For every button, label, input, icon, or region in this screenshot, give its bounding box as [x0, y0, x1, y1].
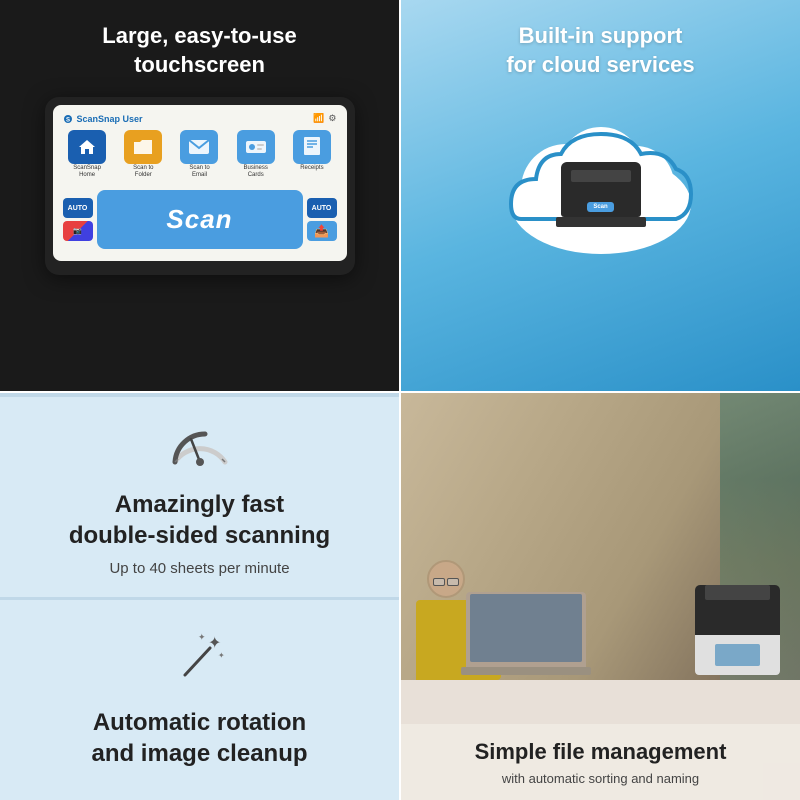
scan-area: AUTO 📷 Scan AUTO 📤 [59, 186, 341, 253]
glasses [433, 578, 459, 586]
cloud-container: Scan [491, 99, 711, 259]
cards-svg-icon [245, 139, 267, 155]
laptop [466, 592, 586, 675]
app-home-label: ScanSnapHome [73, 165, 101, 178]
scan-side-left: AUTO 📷 [63, 198, 93, 241]
app-home[interactable]: ScanSnapHome [61, 130, 114, 178]
svg-text:✦: ✦ [208, 635, 221, 652]
scan-button[interactable]: Scan [97, 190, 303, 249]
main-grid: Large, easy-to-use touchscreen S ScanSna… [0, 0, 800, 800]
screen-header: S ScanSnap User 📶 ⚙ [59, 111, 341, 128]
scanner-btn-mini: Scan [587, 202, 613, 212]
screen-apps: ScanSnapHome Scan toFolder [59, 128, 341, 180]
laptop-screen [470, 594, 582, 662]
person-head [427, 560, 465, 598]
svg-text:✦: ✦ [198, 632, 206, 642]
scanner-btn-label: Scan [593, 204, 607, 210]
app-email[interactable]: Scan toEmail [173, 130, 226, 178]
scanner-bottom-br [695, 635, 780, 675]
app-receipts-icon [293, 130, 331, 164]
scanner-top-br [695, 585, 780, 635]
send-icon-badge: 📤 [307, 221, 337, 241]
cell-file-management: Simple file management with automatic so… [401, 393, 800, 800]
screen-user-label: ScanSnap User [77, 114, 143, 124]
app-receipts[interactable]: Receipts [285, 130, 338, 178]
scanner-base-mini [556, 217, 646, 227]
screen-header-left: S ScanSnap User [63, 114, 143, 124]
file-management-title: Simple file management [415, 738, 786, 767]
wifi-icon: 📶 [313, 113, 324, 124]
screen-header-icons: 📶 ⚙ [313, 113, 336, 124]
auto-badge-top: AUTO [63, 198, 93, 218]
cell-rotation: ✦ ✦ ✦ Automatic rotation and image clean… [0, 598, 399, 800]
home-svg-icon [77, 137, 97, 157]
fast-scan-subtitle: Up to 40 sheets per minute [109, 560, 289, 577]
screen-inner: S ScanSnap User 📶 ⚙ [53, 105, 347, 261]
photo-scene [401, 393, 800, 680]
file-management-subtitle: with automatic sorting and naming [415, 771, 786, 786]
gear-icon: ⚙ [328, 113, 336, 124]
cell-cloud: Built-in support for cloud services Scan [401, 0, 800, 391]
svg-text:✦: ✦ [218, 651, 225, 660]
scanner-device-br [695, 577, 780, 675]
scan-button-label: Scan [166, 204, 232, 235]
app-receipts-label: Receipts [300, 165, 323, 172]
app-cards-icon [237, 130, 275, 164]
email-svg-icon [188, 139, 210, 155]
scanner-slot [705, 585, 770, 600]
screen-device: S ScanSnap User 📶 ⚙ [45, 97, 355, 275]
auto-badge-pattern: 📷 [63, 221, 93, 241]
app-cards-label: BusinessCards [244, 165, 268, 178]
app-cards[interactable]: BusinessCards [229, 130, 282, 178]
scan-side-right: AUTO 📤 [307, 198, 337, 241]
cloud-title: Built-in support for cloud services [506, 22, 694, 79]
scanner-screen-br [715, 644, 760, 666]
scansnap-logo-icon: S [63, 114, 73, 124]
rotation-title: Automatic rotation and image cleanup [91, 707, 307, 769]
app-folder-icon [124, 130, 162, 164]
laptop-base [461, 667, 591, 675]
bottom-left-column: Amazingly fast double-sided scanning Up … [0, 393, 399, 800]
gauge-icon-wrap [165, 417, 235, 477]
wand-icon-wrap: ✦ ✦ ✦ [170, 630, 230, 697]
touchscreen-title: Large, easy-to-use touchscreen [102, 22, 296, 79]
file-management-text: Simple file management with automatic so… [401, 724, 800, 800]
cell-touchscreen: Large, easy-to-use touchscreen S ScanSna… [0, 0, 399, 391]
app-folder-label: Scan toFolder [133, 165, 153, 178]
app-email-label: Scan toEmail [189, 165, 209, 178]
scanner-body-mini: Scan [561, 162, 641, 217]
laptop-screen-outer [466, 592, 586, 667]
folder-svg-icon [132, 138, 154, 156]
app-folder[interactable]: Scan toFolder [117, 130, 170, 178]
cell-fast-scan: Amazingly fast double-sided scanning Up … [0, 395, 399, 597]
app-home-icon [68, 130, 106, 164]
scanner-tray-mini [571, 170, 631, 182]
svg-text:S: S [65, 117, 69, 123]
app-email-icon [180, 130, 218, 164]
cloud-scanner: Scan [556, 162, 646, 227]
auto-badge-right-top: AUTO [307, 198, 337, 218]
speedometer-icon [165, 417, 235, 472]
receipts-svg-icon [303, 136, 321, 158]
fast-scan-title: Amazingly fast double-sided scanning [69, 489, 330, 551]
magic-wand-icon: ✦ ✦ ✦ [170, 630, 230, 685]
